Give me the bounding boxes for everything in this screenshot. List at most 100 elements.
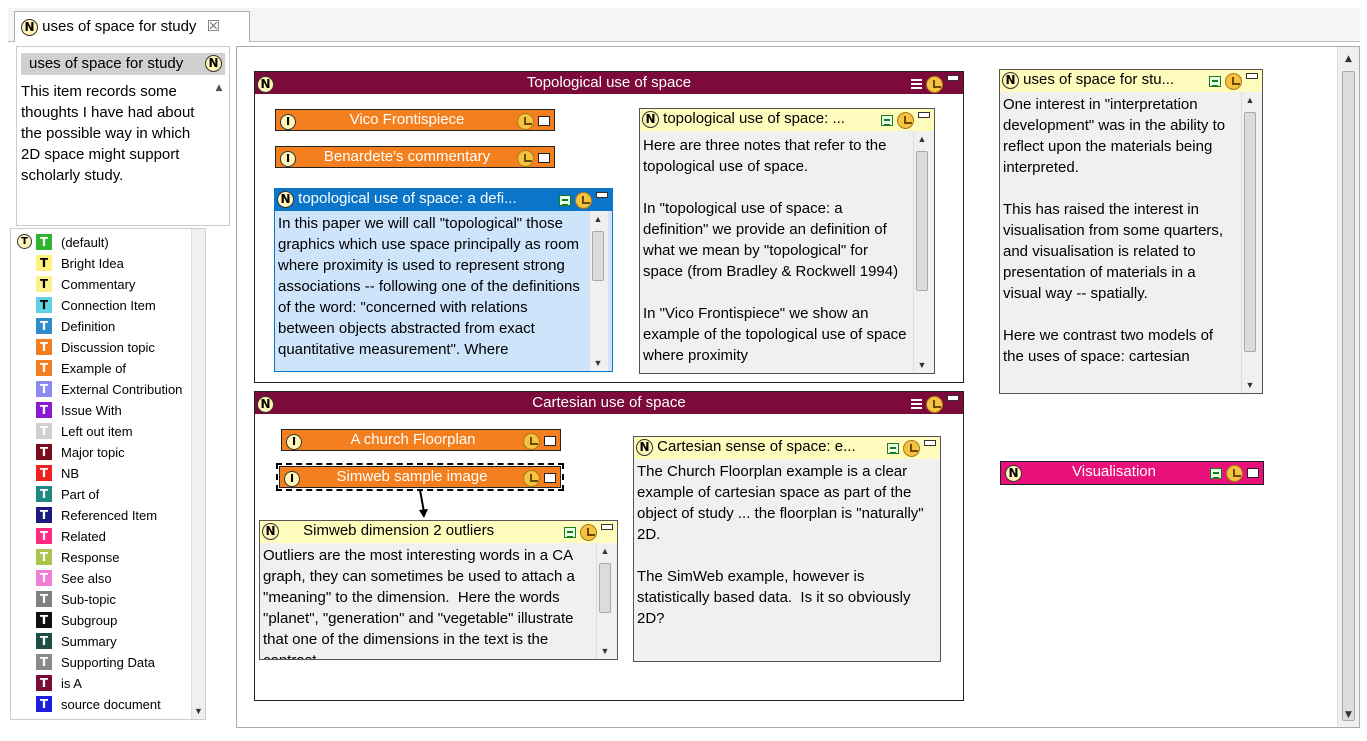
scroll-up-icon[interactable]: ▲ (590, 211, 606, 227)
definition-text[interactable]: In this paper we will call "topological"… (278, 213, 586, 371)
minimize-icon[interactable] (918, 112, 930, 118)
outliers-header[interactable]: N Simweb dimension 2 outliers (260, 521, 617, 543)
prototype-scrollbar[interactable]: ▼ (191, 229, 205, 719)
scroll-up-icon[interactable]: ▲ (1338, 51, 1359, 67)
scroll-down-icon[interactable]: ▼ (590, 355, 606, 371)
scroll-down-icon[interactable]: ▼ (597, 643, 613, 659)
simweb-outliers-note[interactable]: N Simweb dimension 2 outliers Outliers a… (259, 520, 618, 660)
prototype-row[interactable]: T Related (11, 526, 205, 547)
prototype-row[interactable]: T Commentary (11, 274, 205, 295)
uses-text[interactable]: One interest in "interpretation developm… (1003, 94, 1236, 393)
prototype-row[interactable]: T Response (11, 547, 205, 568)
simweb-sample-bar[interactable]: I Simweb sample image (276, 463, 564, 491)
list-icon[interactable] (910, 79, 922, 90)
visualisation-bar[interactable]: N Visualisation (1000, 461, 1264, 485)
vico-frontispiece-bar[interactable]: I Vico Frontispiece (275, 109, 555, 131)
scroll-up-icon[interactable]: ▲ (597, 543, 613, 559)
prototype-row[interactable]: Tsource document (11, 694, 205, 715)
expand-icon[interactable] (1209, 467, 1222, 479)
window-icon[interactable] (544, 436, 556, 447)
prototype-row[interactable]: Tis A (11, 673, 205, 694)
expand-icon[interactable] (563, 526, 576, 538)
prototype-row[interactable]: T Discussion topic (11, 337, 205, 358)
definition-header[interactable]: N topological use of space: a defi... (275, 189, 612, 211)
minimize-icon[interactable] (947, 395, 959, 401)
clock-icon[interactable] (579, 523, 597, 541)
clock-icon[interactable] (1224, 72, 1242, 90)
topological-definition-note[interactable]: N topological use of space: a defi... In… (274, 188, 613, 372)
side-note-text[interactable]: Here are three notes that refer to the t… (643, 135, 908, 373)
prototype-row[interactable]: T External Contribution (11, 379, 205, 400)
left-note-title-bar[interactable]: uses of space for study N (21, 53, 225, 75)
cartesian-header[interactable]: N Cartesian use of space (255, 392, 963, 414)
prototype-row[interactable]: T Issue With (11, 400, 205, 421)
minimize-icon[interactable] (596, 192, 608, 198)
clock-icon[interactable] (522, 469, 540, 487)
list-icon[interactable] (910, 399, 922, 410)
left-scrollbar[interactable]: ▲ (213, 83, 225, 223)
clock-icon[interactable] (925, 75, 943, 93)
expand-icon[interactable] (880, 114, 893, 126)
minimize-icon[interactable] (947, 75, 959, 81)
left-note-text[interactable]: This item records some thoughts I have h… (21, 81, 207, 186)
clock-icon[interactable] (516, 149, 534, 167)
scroll-down-icon[interactable]: ▼ (1338, 707, 1359, 723)
close-icon[interactable]: ☒ (207, 18, 220, 35)
prototype-row[interactable]: T NB (11, 463, 205, 484)
prototype-row[interactable]: T Part of (11, 484, 205, 505)
prototype-row[interactable]: T Sub-topic (11, 589, 205, 610)
prototype-row[interactable]: T T (default) (11, 232, 205, 253)
prototype-row[interactable]: T Definition (11, 316, 205, 337)
uses-of-space-note[interactable]: N uses of space for stu... One interest … (999, 69, 1263, 394)
prototype-row[interactable]: T See also (11, 568, 205, 589)
side-note-header[interactable]: N topological use of space: ... (640, 109, 934, 131)
side-note-scrollbar[interactable]: ▲ ▼ (913, 131, 932, 373)
prototype-row[interactable]: T Bright Idea (11, 253, 205, 274)
cartesian-sense-note[interactable]: N Cartesian sense of space: e... The Chu… (633, 436, 941, 662)
expand-icon[interactable] (558, 194, 571, 206)
minimize-icon[interactable] (1246, 73, 1258, 79)
map-scrollbar[interactable]: ▲ ▼ (1337, 47, 1359, 727)
minimize-icon[interactable] (601, 524, 613, 530)
definition-scrollbar[interactable]: ▲ ▼ (589, 211, 608, 371)
prototype-row[interactable]: T Subgroup (11, 610, 205, 631)
prototype-row[interactable]: T Connection Item (11, 295, 205, 316)
tab-uses-of-space[interactable]: N uses of space for study ☒ (14, 11, 250, 42)
scroll-thumb[interactable] (599, 563, 611, 613)
expand-icon[interactable] (886, 442, 899, 454)
window-icon[interactable] (1247, 468, 1259, 479)
minimize-icon[interactable] (924, 440, 936, 446)
church-floorplan-bar[interactable]: I A church Floorplan (281, 429, 561, 451)
prototype-row[interactable]: T Supporting Data (11, 652, 205, 673)
window-icon[interactable] (538, 153, 550, 164)
sense-text[interactable]: The Church Floorplan example is a clear … (637, 461, 936, 661)
scroll-up-icon[interactable]: ▲ (914, 131, 930, 147)
prototype-row[interactable]: T Major topic (11, 442, 205, 463)
scroll-down-icon[interactable]: ▼ (1242, 377, 1258, 393)
clock-icon[interactable] (925, 395, 943, 413)
uses-header[interactable]: N uses of space for stu... (1000, 70, 1262, 92)
prototype-row[interactable]: T Summary (11, 631, 205, 652)
prototype-row[interactable]: T Example of (11, 358, 205, 379)
scroll-thumb[interactable] (916, 151, 928, 291)
clock-icon[interactable] (1225, 464, 1243, 482)
clock-icon[interactable] (574, 191, 592, 209)
window-icon[interactable] (544, 473, 556, 484)
scroll-thumb[interactable] (1244, 112, 1256, 352)
clock-icon[interactable] (896, 111, 914, 129)
outliers-text[interactable]: Outliers are the most interesting words … (263, 545, 589, 659)
uses-scrollbar[interactable]: ▲ ▼ (1241, 92, 1260, 393)
prototype-row[interactable]: T Left out item (11, 421, 205, 442)
outliers-scrollbar[interactable]: ▲ ▼ (596, 543, 615, 659)
window-icon[interactable] (538, 116, 550, 127)
clock-icon[interactable] (516, 112, 534, 130)
clock-icon[interactable] (522, 432, 540, 450)
topological-side-note[interactable]: N topological use of space: ... Here are… (639, 108, 935, 374)
clock-icon[interactable] (902, 439, 920, 457)
scroll-down-icon[interactable]: ▼ (914, 357, 930, 373)
scroll-down-icon[interactable]: ▼ (192, 703, 205, 719)
prototype-row[interactable]: T Referenced Item (11, 505, 205, 526)
sense-header[interactable]: N Cartesian sense of space: e... (634, 437, 940, 459)
scroll-thumb[interactable] (1342, 71, 1355, 721)
scroll-thumb[interactable] (592, 231, 604, 281)
